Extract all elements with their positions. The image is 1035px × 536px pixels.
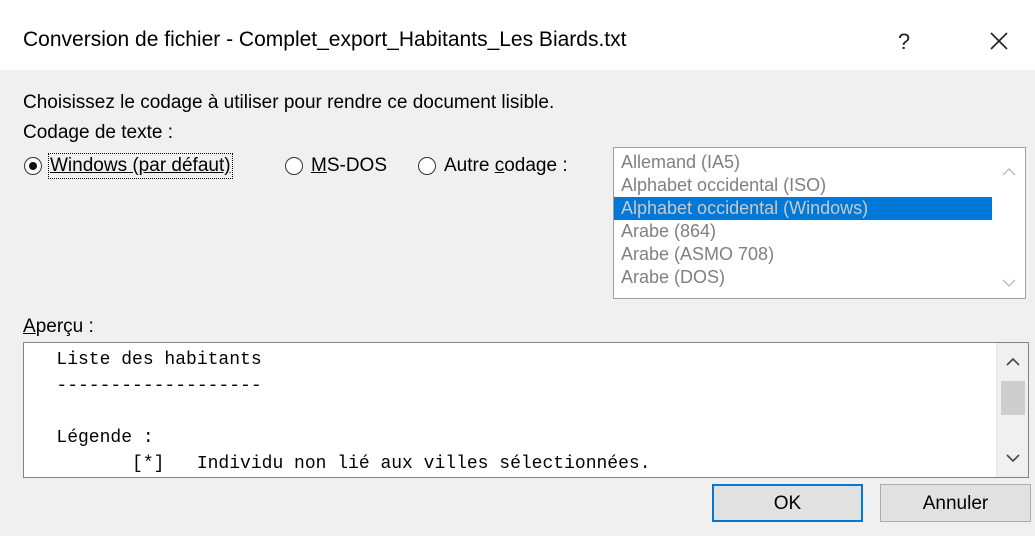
help-button[interactable]: ? — [884, 22, 924, 62]
preview-scrollbar[interactable] — [996, 343, 1028, 477]
encoding-label: Codage de texte : — [23, 122, 173, 143]
encoding-option[interactable]: Allemand (IA5) — [614, 151, 992, 174]
encoding-option[interactable]: Alphabet occidental (ISO) — [614, 174, 992, 197]
radio-windows-label: Windows (par défaut) — [48, 153, 233, 179]
ok-button[interactable]: OK — [712, 484, 863, 522]
chevron-down-icon[interactable] — [1004, 451, 1022, 465]
encoding-option[interactable]: Arabe (DOS) — [614, 266, 992, 289]
preview-line: Légende : — [24, 428, 154, 448]
radio-msdos[interactable]: MS-DOS — [285, 153, 387, 179]
radio-other-label-pre: Autre — [444, 155, 495, 176]
radio-windows-default[interactable]: Windows (par défaut) — [24, 153, 233, 179]
instruction-text: Choisissez le codage à utiliser pour ren… — [23, 92, 555, 113]
cancel-button[interactable]: Annuler — [880, 484, 1031, 522]
encoding-scrollbar[interactable] — [993, 148, 1025, 298]
radio-other-label: Autre codage : — [444, 155, 568, 177]
preview-label-mnemonic: A — [23, 316, 36, 337]
radio-msdos-label-post: S-DOS — [326, 155, 388, 176]
radio-unchecked-icon — [418, 157, 436, 175]
preview-label-rest: perçu : — [35, 316, 94, 337]
chevron-up-icon[interactable] — [1000, 165, 1018, 179]
encoding-listbox[interactable]: Allemand (IA5) Alphabet occidental (ISO)… — [613, 147, 1026, 299]
encoding-option[interactable]: Arabe (864) — [614, 220, 992, 243]
dialog-content: Choisissez le codage à utiliser pour ren… — [0, 70, 1035, 536]
encoding-option-selected[interactable]: Alphabet occidental (Windows) — [614, 197, 992, 220]
radio-other-encoding[interactable]: Autre codage : — [418, 153, 568, 179]
title-bar: Conversion de fichier - Complet_export_H… — [0, 0, 1035, 70]
preview-textbox[interactable]: Liste des habitants ------------------- … — [23, 342, 1029, 478]
preview-line: ------------------- — [24, 376, 262, 396]
chevron-up-icon[interactable] — [1004, 355, 1022, 369]
preview-line: Liste des habitants — [24, 350, 262, 370]
preview-line: [*] Individu non lié aux villes sélectio… — [24, 454, 651, 474]
close-icon — [990, 32, 1008, 50]
radio-windows-label-text: Windows (par défaut) — [50, 155, 231, 176]
preview-label: Aperçu : — [23, 316, 94, 338]
window-title: Conversion de fichier - Complet_export_H… — [23, 28, 627, 51]
radio-checked-icon — [24, 157, 42, 175]
preview-line — [24, 399, 651, 425]
radio-unchecked-icon — [285, 157, 303, 175]
scrollbar-thumb[interactable] — [1001, 381, 1025, 415]
radio-msdos-label-mnemonic: M — [311, 155, 327, 176]
preview-content: Liste des habitants ------------------- … — [24, 347, 651, 477]
encoding-list: Allemand (IA5) Alphabet occidental (ISO)… — [614, 148, 1025, 289]
close-button[interactable] — [976, 18, 1022, 64]
radio-msdos-label: MS-DOS — [311, 155, 387, 177]
radio-other-label-mnemonic: c — [494, 155, 505, 176]
encoding-option[interactable]: Arabe (ASMO 708) — [614, 243, 992, 266]
radio-other-label-post: odage : — [504, 155, 568, 176]
chevron-down-icon[interactable] — [1000, 276, 1018, 290]
